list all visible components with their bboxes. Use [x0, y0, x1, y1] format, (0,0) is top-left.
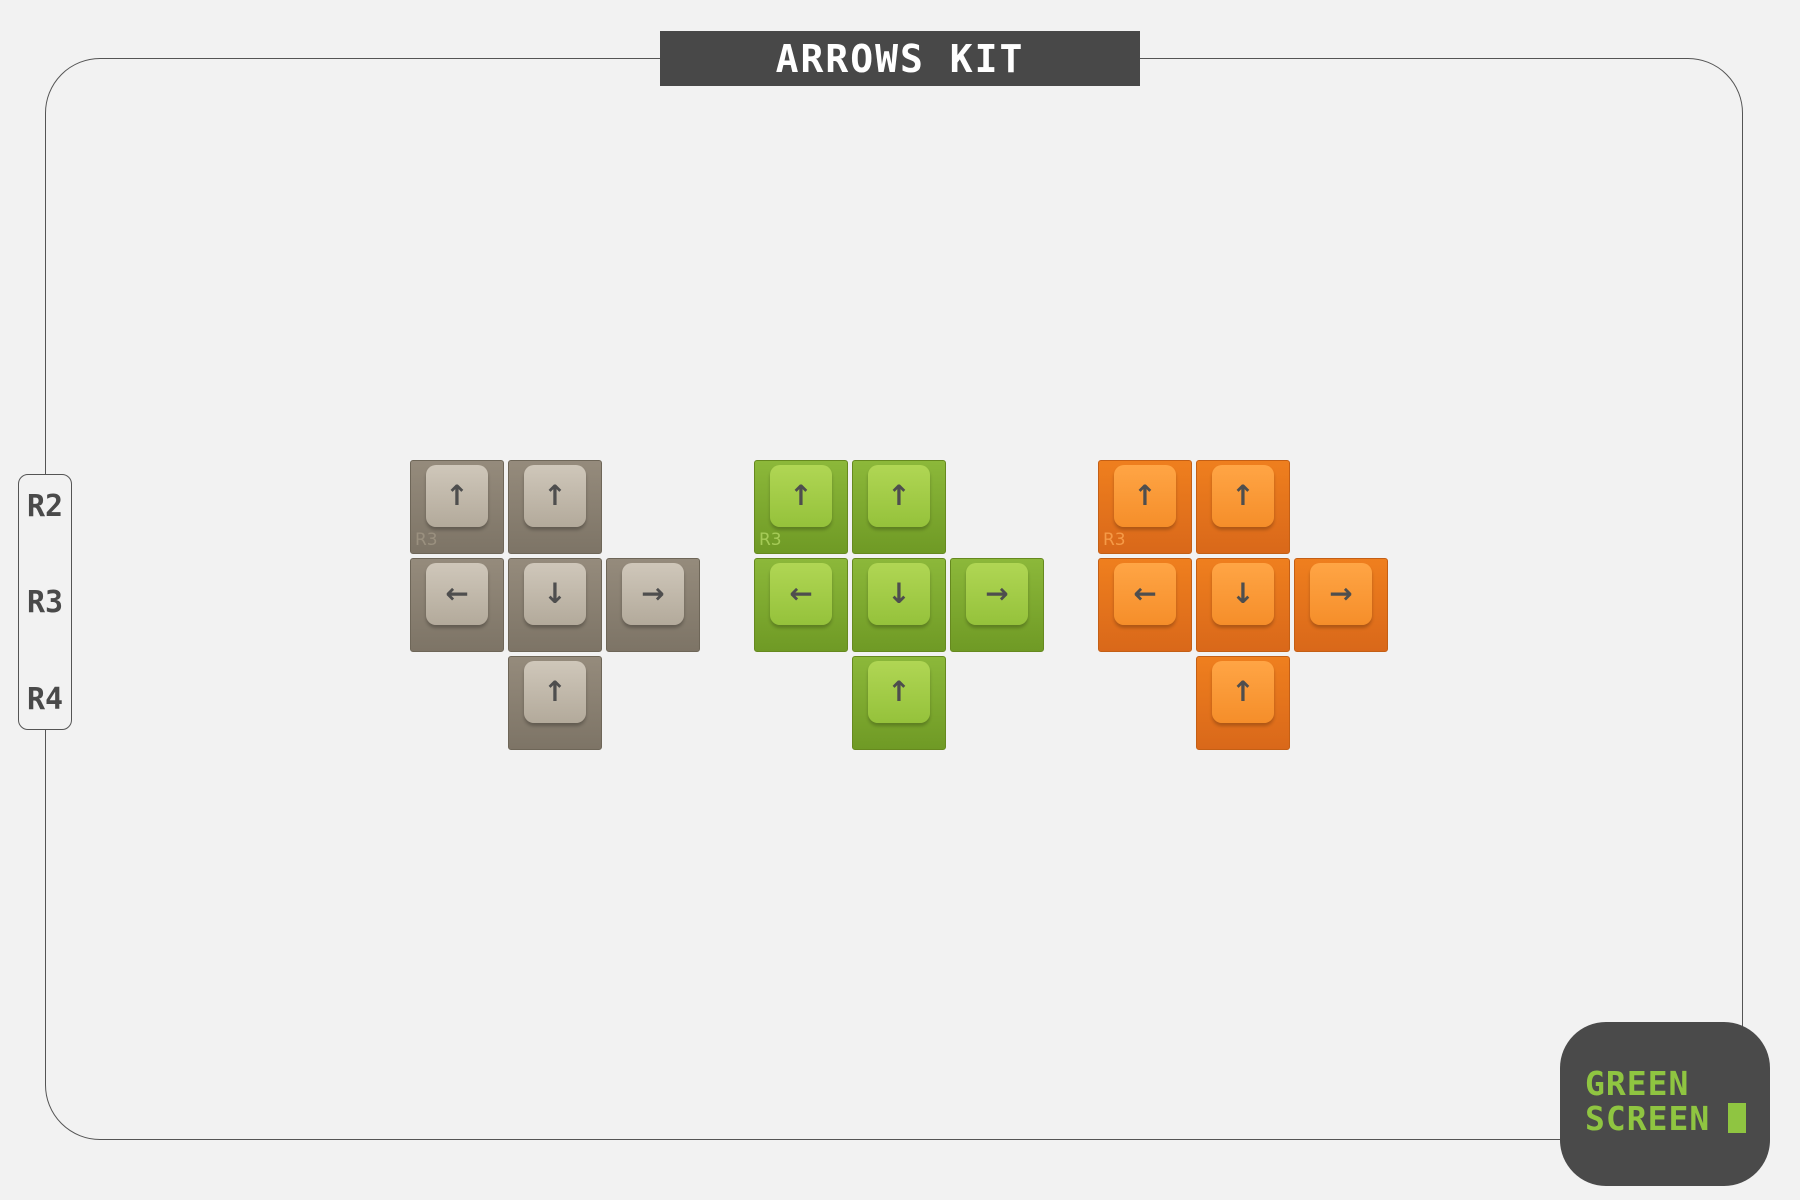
- down-arrow-icon: ↓: [1231, 577, 1255, 610]
- orange-keycap: →: [1294, 558, 1388, 652]
- left-arrow-icon: ←: [789, 577, 813, 610]
- beige-keycap: ↓: [508, 558, 602, 652]
- green-keycap: ↑: [852, 656, 946, 750]
- up-arrow-icon: ↑: [887, 479, 911, 512]
- up-arrow-icon: ↑: [1231, 675, 1255, 708]
- left-arrow-icon: ←: [445, 577, 469, 610]
- row-label-r4: R4: [26, 682, 64, 717]
- keycap-top: ↑: [524, 465, 586, 527]
- right-arrow-icon: →: [1329, 577, 1353, 610]
- row-tag-label: R3: [415, 530, 438, 550]
- keycap-top: ↑: [1212, 465, 1274, 527]
- green-screen-logo: GREEN SCREEN: [1560, 1022, 1770, 1186]
- logo-line-1: GREEN: [1585, 1064, 1690, 1103]
- beige-keycap: ←: [410, 558, 504, 652]
- row-label-r3: R3: [26, 585, 64, 620]
- up-arrow-icon: ↑: [1133, 479, 1157, 512]
- keycap-top: ↑: [868, 661, 930, 723]
- up-arrow-icon: ↑: [887, 675, 911, 708]
- keycap-top: ↑: [524, 661, 586, 723]
- keycap-top: →: [1310, 563, 1372, 625]
- keycap-top: ↓: [868, 563, 930, 625]
- row-profile-legend: R2 R3 R4: [18, 474, 72, 730]
- green-keycap: ↑: [852, 460, 946, 554]
- keycap-top: →: [966, 563, 1028, 625]
- keycap-top: ←: [1114, 563, 1176, 625]
- keycap-top: ↑: [868, 465, 930, 527]
- up-arrow-icon: ↑: [543, 675, 567, 708]
- green-keycap: →: [950, 558, 1044, 652]
- row-tag-label: R3: [759, 530, 782, 550]
- keycap-top: ↓: [1212, 563, 1274, 625]
- keycap-top: ↓: [524, 563, 586, 625]
- down-arrow-icon: ↓: [543, 577, 567, 610]
- green-keycap: ←: [754, 558, 848, 652]
- keycap-top: ↑: [1212, 661, 1274, 723]
- keycap-top: ←: [426, 563, 488, 625]
- up-arrow-icon: ↑: [445, 479, 469, 512]
- keycap-top: →: [622, 563, 684, 625]
- orange-keycap: ←: [1098, 558, 1192, 652]
- keycap-top: ↑: [426, 465, 488, 527]
- up-arrow-icon: ↑: [789, 479, 813, 512]
- orange-keycap: ↑: [1196, 656, 1290, 750]
- row-tag-label: R3: [1103, 530, 1126, 550]
- beige-keycap: ↑: [508, 656, 602, 750]
- keycap-top: ↑: [1114, 465, 1176, 527]
- orange-keycap: ↓: [1196, 558, 1290, 652]
- orange-keycap: ↑ R3: [1098, 460, 1192, 554]
- row-label-r2: R2: [26, 489, 64, 524]
- up-arrow-icon: ↑: [1231, 479, 1255, 512]
- down-arrow-icon: ↓: [887, 577, 911, 610]
- logo-line-2: SCREEN: [1585, 1099, 1711, 1138]
- beige-keycap: ↑: [508, 460, 602, 554]
- orange-keycap: ↑: [1196, 460, 1290, 554]
- right-arrow-icon: →: [641, 577, 665, 610]
- logo-cursor-block: [1728, 1103, 1746, 1133]
- green-keycap: ↑ R3: [754, 460, 848, 554]
- beige-keycap: →: [606, 558, 700, 652]
- page-title: ARROWS KIT: [660, 31, 1140, 86]
- beige-keycap: ↑ R3: [410, 460, 504, 554]
- keycap-top: ←: [770, 563, 832, 625]
- keycap-top: ↑: [770, 465, 832, 527]
- up-arrow-icon: ↑: [543, 479, 567, 512]
- left-arrow-icon: ←: [1133, 577, 1157, 610]
- green-keycap: ↓: [852, 558, 946, 652]
- right-arrow-icon: →: [985, 577, 1009, 610]
